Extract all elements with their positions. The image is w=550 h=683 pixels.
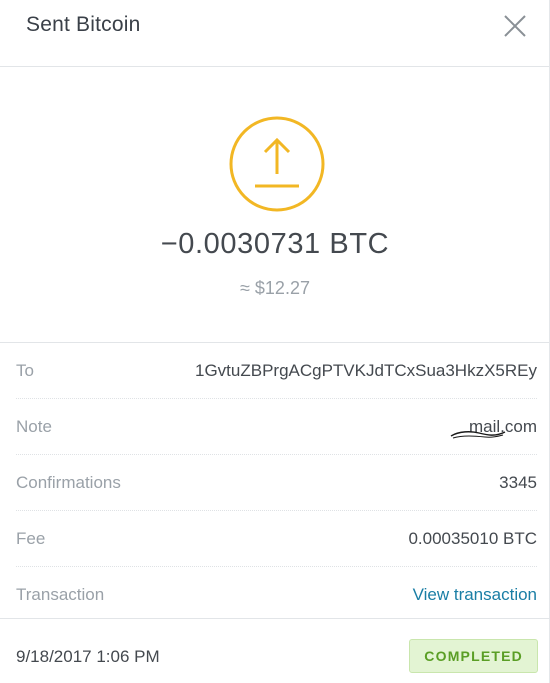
send-arrow-up-icon [229, 116, 325, 212]
transaction-summary: −0.0030731 BTC ≈ $12.27 [0, 67, 549, 343]
fiat-amount: ≈ $12.27 [240, 278, 310, 298]
view-transaction-link[interactable]: View transaction [413, 585, 537, 605]
detail-label: Note [16, 417, 52, 436]
recipient-address: 1GvtuZBPrgACgPTVKJdTCxSua3HkzX5REy [194, 361, 537, 380]
detail-label: Confirmations [16, 473, 121, 492]
status-badge: COMPLETED [409, 639, 538, 673]
transaction-date: 9/18/2017 1:06 PM [16, 647, 160, 666]
transaction-details: To 1GvtuZBPrgACgPTVKJdTCxSua3HkzX5REy No… [0, 343, 549, 622]
redaction-scribble [450, 431, 506, 439]
btc-amount: −0.0030731 BTC [160, 228, 390, 260]
detail-label: Fee [16, 529, 46, 548]
detail-row-transaction: Transaction View transaction [16, 567, 537, 622]
detail-row-confirmations: Confirmations 3345 [16, 455, 537, 511]
confirmations-value: 3345 [499, 473, 537, 492]
detail-row-note: Note mail.com [16, 399, 537, 455]
fee-value: 0.00035010 BTC [408, 529, 537, 548]
detail-row-to: To 1GvtuZBPrgACgPTVKJdTCxSua3HkzX5REy [16, 343, 537, 399]
sent-bitcoin-modal: Sent Bitcoin −0.0030731 BTC ≈ $12.27 To … [0, 0, 550, 683]
note-value-wrapper: mail.com [450, 417, 537, 439]
detail-label: To [16, 361, 34, 380]
modal-title: Sent Bitcoin [26, 13, 141, 36]
detail-label: Transaction [16, 585, 105, 604]
detail-row-fee: Fee 0.00035010 BTC [16, 511, 537, 567]
close-icon [504, 15, 526, 37]
close-button[interactable] [501, 12, 529, 40]
modal-header: Sent Bitcoin [0, 0, 549, 67]
modal-footer: 9/18/2017 1:06 PM COMPLETED [0, 618, 550, 683]
